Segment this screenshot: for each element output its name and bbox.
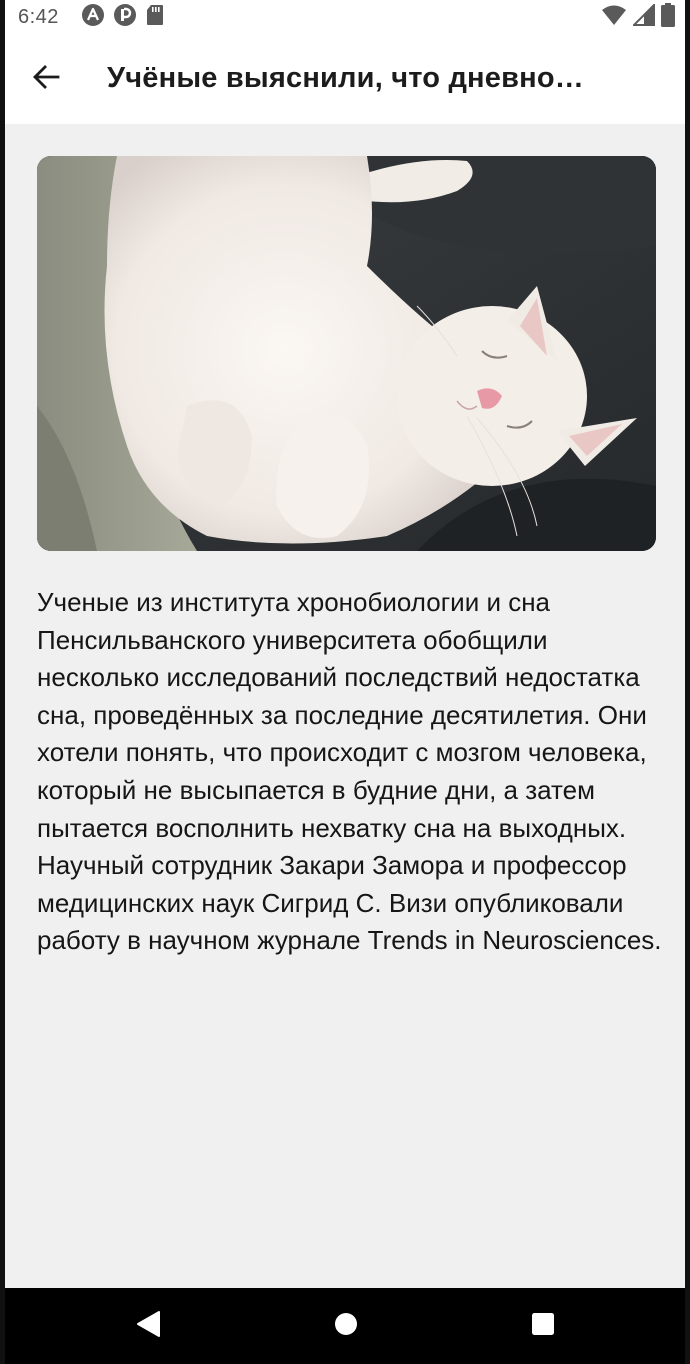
sleeping-white-cat-photo [37,156,656,551]
status-bar: 6:42 [5,0,685,34]
article-body: Ученые из института хронобиологии и сна … [37,587,662,956]
wifi-icon [601,4,627,31]
app-bar: Учёные выяснили, что дневно… [5,34,685,124]
status-icons-right [601,2,675,31]
square-recents-icon [530,1311,556,1342]
signal-icon [631,2,655,31]
page-title: Учёные выяснили, что дневно… [107,62,584,94]
a-circle-icon [81,3,105,32]
circle-home-icon [333,1311,359,1342]
screen: 6:42 Учёные выяснили, что дневно… Ученые… [5,0,685,1364]
status-icons-left [81,3,165,28]
battery-icon [661,2,675,32]
arrow-left-icon [31,62,61,97]
article-content: Ученые из института хронобиологии и сна … [5,124,685,1288]
article-image [37,156,656,551]
nav-back-button[interactable] [126,1306,170,1346]
p-circle-icon [113,3,137,32]
navigation-bar [5,1288,685,1364]
status-time: 6:42 [18,6,59,28]
nav-recents-button[interactable] [521,1306,565,1346]
back-button[interactable] [23,56,69,102]
triangle-back-icon [135,1310,161,1343]
nav-home-button[interactable] [324,1306,368,1346]
sd-card-icon [145,3,165,32]
